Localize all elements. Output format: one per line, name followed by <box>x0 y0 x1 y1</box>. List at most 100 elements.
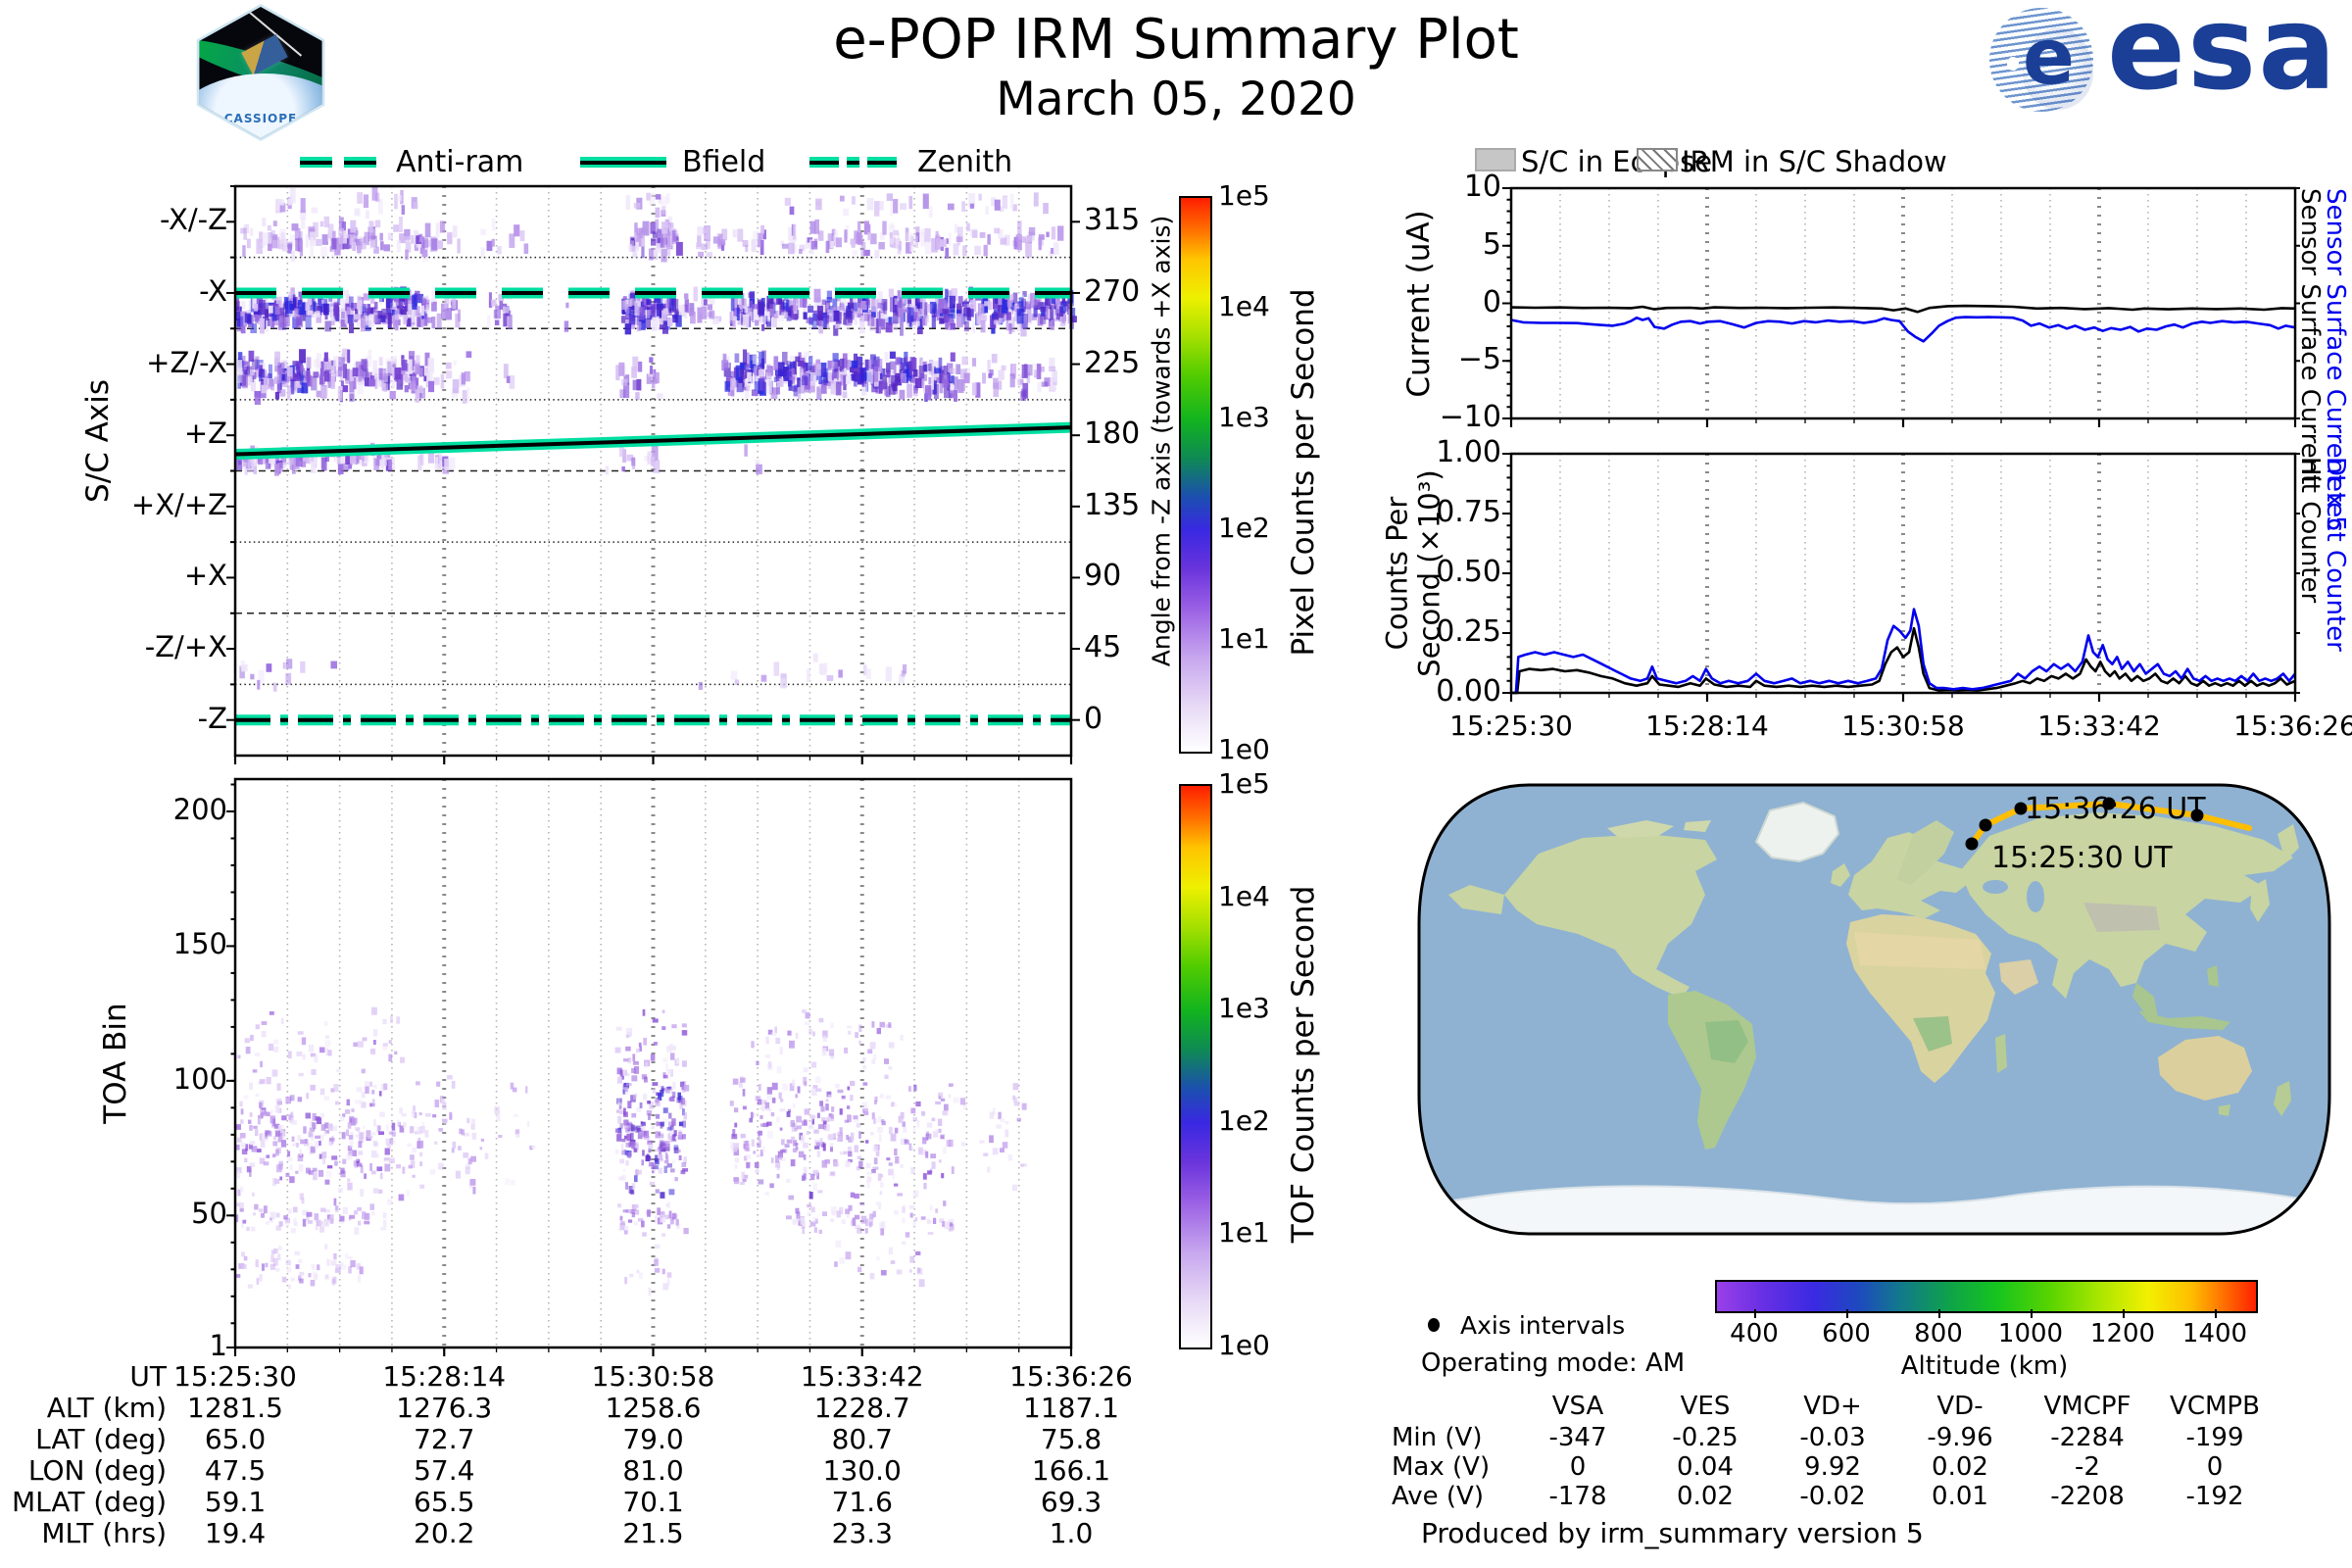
line-plot-ytick-label: 0.75 <box>1436 495 1501 529</box>
spectrogram-cell <box>830 240 835 248</box>
spectrogram-cell <box>245 1046 251 1054</box>
spectrogram-cell <box>753 366 758 377</box>
spectrogram-cell <box>953 1097 959 1103</box>
spectrogram-cell <box>389 390 396 400</box>
spectrogram-cell <box>833 1161 840 1167</box>
spectrogram-cell <box>452 225 458 238</box>
spectrogram-cell <box>847 1025 853 1029</box>
bfield-line-sample <box>580 157 666 168</box>
spectrogram-cell <box>876 1027 882 1035</box>
spectrogram-cell <box>372 1029 378 1037</box>
spectrogram-cell <box>870 317 875 327</box>
spectrogram-cell <box>879 1094 884 1099</box>
spectrogram-cell <box>753 1151 757 1154</box>
spectrogram-cell <box>350 220 357 233</box>
spectrogram-cell <box>822 1211 828 1217</box>
voltage-value: -199 <box>2185 1423 2244 1452</box>
spectrogram-cell <box>911 321 919 328</box>
spectrogram-cell <box>412 1147 416 1153</box>
spectrogram-cell <box>353 1210 359 1215</box>
spectrogram-cell <box>285 1259 291 1266</box>
spectrogram-cell <box>984 301 989 307</box>
operating-mode: Operating mode: AM <box>1421 1348 1686 1378</box>
spectrogram-cell <box>338 1188 343 1194</box>
spectrogram-cell <box>237 1054 241 1059</box>
spectrogram-cell <box>890 222 894 228</box>
spectrogram-cell <box>639 1046 642 1052</box>
spectrogram-cell <box>394 308 400 320</box>
sc-right-tick-label: 315 <box>1084 203 1141 238</box>
spectrogram-cell <box>683 312 688 319</box>
spectrogram-cell <box>702 306 708 319</box>
irm-shadow-swatch <box>1637 148 1678 172</box>
spectrogram-cell <box>297 1031 304 1035</box>
spectrogram-cell <box>399 217 403 233</box>
spectrogram-cell <box>259 299 266 316</box>
spectrogram-cell <box>279 1176 283 1181</box>
spectrogram-cell <box>637 321 642 331</box>
spectrogram-cell <box>929 1204 934 1211</box>
spectrogram-cell <box>668 1189 675 1196</box>
spectrogram-cell <box>268 305 273 314</box>
spectrogram-cell <box>676 1224 680 1229</box>
spectrogram-cell <box>880 318 886 330</box>
spectrogram-cell <box>846 1213 850 1218</box>
spectrogram-cell <box>491 238 495 247</box>
spectrogram-cell <box>888 1126 893 1135</box>
spectrogram-cell <box>372 1141 378 1147</box>
spectrogram-cell <box>419 1184 425 1189</box>
spectrogram-cell <box>466 351 472 359</box>
spectrogram-cell <box>656 1120 660 1127</box>
spectrogram-cell <box>365 1086 369 1094</box>
spectrogram-cell <box>888 288 895 298</box>
spectrogram-cell <box>673 1130 677 1137</box>
spectrogram-cell <box>1004 234 1010 246</box>
spectrogram-cell <box>360 1189 365 1198</box>
spectrogram-cell <box>295 1170 299 1174</box>
spectrogram-cell <box>805 1012 810 1019</box>
spectrogram-cell <box>926 1122 933 1128</box>
spectrogram-cell <box>630 458 636 466</box>
spectrogram-cell <box>808 1192 813 1200</box>
spectrogram-cell <box>306 357 312 369</box>
spectrogram-cell <box>622 1168 626 1173</box>
spectrogram-cell <box>810 1061 817 1068</box>
spectrogram-cell <box>950 322 956 330</box>
spectrogram-cell <box>368 378 376 387</box>
spectrogram-cell <box>496 1113 501 1122</box>
spectrogram-cell <box>306 1093 309 1100</box>
spectrogram-cell <box>285 672 292 685</box>
spectrogram-cell <box>920 228 926 236</box>
spectrogram-cell <box>651 1170 655 1174</box>
spectrogram-cell <box>835 237 842 248</box>
spectrogram-cell <box>451 1080 456 1089</box>
spectrogram-cell <box>852 196 856 205</box>
spectrogram-cell <box>378 357 383 367</box>
line-plot-ytick-label: 0 <box>1482 284 1501 319</box>
spectrogram-cell <box>372 1040 376 1046</box>
spectrogram-cell <box>867 1049 873 1054</box>
spectrogram-cell <box>241 1251 246 1257</box>
spectrogram-cell <box>282 662 286 669</box>
spectrogram-cell <box>382 1043 388 1047</box>
spectrogram-cell <box>379 232 383 241</box>
spectrogram-cell <box>254 1203 259 1210</box>
spectrogram-cell <box>774 1026 777 1034</box>
spectrogram-cell <box>830 1206 837 1214</box>
spectrogram-cell <box>299 1278 304 1284</box>
spectrogram-cell <box>893 199 899 214</box>
spectrogram-cell <box>424 1112 431 1117</box>
time-tick-label: 15:30:58 <box>1841 710 1965 742</box>
spectrogram-cell <box>854 1145 858 1152</box>
spectrogram-cell <box>930 1153 936 1158</box>
spectrogram-cell <box>278 199 285 206</box>
spectrogram-cell <box>261 1111 268 1116</box>
spectrogram-cell <box>1051 369 1057 382</box>
spectrogram-cell <box>374 368 379 377</box>
spectrogram-cell <box>272 233 278 241</box>
ephemeris-value: 23.3 <box>831 1517 893 1549</box>
spectrogram-cell <box>281 1115 287 1121</box>
spectrogram-cell <box>335 1205 338 1211</box>
spectrogram-cell <box>1002 299 1008 314</box>
spectrogram-cell <box>287 1151 291 1157</box>
